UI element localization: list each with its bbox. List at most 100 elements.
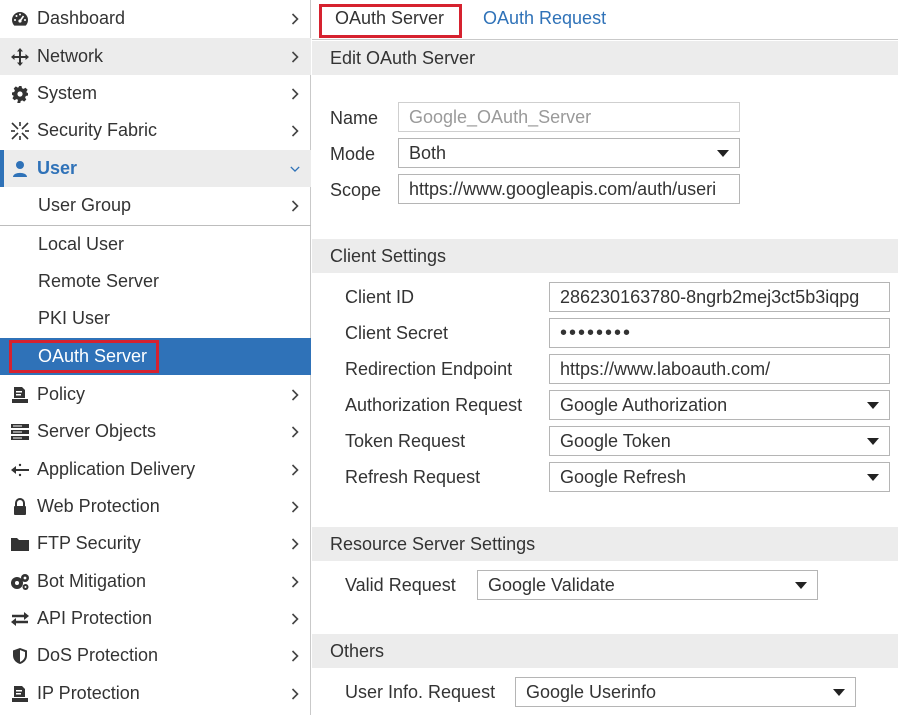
section-header-others: Others <box>312 634 898 668</box>
section-header-edit: Edit OAuth Server <box>312 41 898 75</box>
sidebar-item-label: FTP Security <box>37 533 141 553</box>
sidebar-item-security-fabric[interactable]: Security Fabric <box>0 112 311 149</box>
section-header-client: Client Settings <box>312 239 898 273</box>
dropdown-caret-icon <box>867 402 879 409</box>
token-request-label: Token Request <box>345 431 466 451</box>
sidebar-item-label: Remote Server <box>38 271 160 291</box>
sidebar-item-label: User <box>37 158 78 178</box>
sidebar-item-web-protection[interactable]: Web Protection <box>0 488 311 525</box>
dropdown-caret-icon <box>867 438 879 445</box>
sidebar-item-label: IP Protection <box>37 683 140 703</box>
sidebar-item-label: DoS Protection <box>37 645 159 665</box>
sidebar-item-remote-server[interactable]: Remote Server <box>0 263 311 300</box>
highlight-box <box>319 4 462 38</box>
sidebar-item-label: Web Protection <box>37 496 160 516</box>
name-field: Google_OAuth_Server <box>398 102 740 132</box>
user-info-request-label: User Info. Request <box>345 682 496 702</box>
network-arrows-icon <box>10 47 30 67</box>
chevron-right-icon <box>290 385 300 405</box>
ip-protection-icon <box>10 684 30 704</box>
chevron-right-icon <box>290 534 300 554</box>
mode-select[interactable]: Both <box>398 138 740 168</box>
refresh-request-label: Refresh Request <box>345 467 481 487</box>
shield-icon <box>10 646 30 666</box>
sidebar-item-label: Security Fabric <box>37 120 158 140</box>
sidebar-item-user-group[interactable]: User Group <box>0 187 311 224</box>
user-info-request-value: Google Userinfo <box>526 681 657 702</box>
mode-select-value: Both <box>409 142 447 163</box>
sidebar-item-local-user[interactable]: Local User <box>0 226 311 263</box>
section-header-resource: Resource Server Settings <box>312 527 898 561</box>
highlight-box <box>9 340 159 373</box>
chevron-right-icon <box>290 572 300 592</box>
chevron-right-icon <box>290 84 300 104</box>
mode-label: Mode <box>330 144 376 164</box>
user-info-request-select[interactable]: Google Userinfo <box>515 677 856 707</box>
valid-request-select[interactable]: Google Validate <box>477 570 818 600</box>
dropdown-caret-icon <box>717 150 729 157</box>
sidebar-item-ftp-security[interactable]: FTP Security <box>0 525 311 562</box>
sidebar-item-server-objects[interactable]: Server Objects <box>0 413 311 450</box>
valid-request-label: Valid Request <box>345 575 456 595</box>
sidebar-item-bot-mitigation[interactable]: Bot Mitigation <box>0 563 311 600</box>
authorization-request-label: Authorization Request <box>345 395 523 415</box>
dropdown-caret-icon <box>867 474 879 481</box>
sidebar: Dashboard Network System Security Fabric… <box>0 0 311 715</box>
sidebar-item-dashboard[interactable]: Dashboard <box>0 0 311 37</box>
token-request-value: Google Token <box>560 430 671 451</box>
api-arrows-icon <box>10 609 30 629</box>
application-delivery-icon <box>10 460 30 480</box>
sidebar-item-dos-protection[interactable]: DoS Protection <box>0 637 311 674</box>
client-secret-input[interactable]: •••••••• <box>549 318 890 348</box>
authorization-request-select[interactable]: Google Authorization <box>549 390 890 420</box>
sidebar-item-application-delivery[interactable]: Application Delivery <box>0 451 311 488</box>
chevron-right-icon <box>290 684 300 704</box>
chevron-right-icon <box>290 609 300 629</box>
sidebar-item-label: Application Delivery <box>37 459 196 479</box>
client-id-label: Client ID <box>345 287 415 307</box>
chevron-right-icon <box>290 121 300 141</box>
chevron-right-icon <box>290 460 300 480</box>
bot-mitigation-icon <box>10 572 30 592</box>
sidebar-item-user[interactable]: User <box>0 150 311 187</box>
sidebar-item-system[interactable]: System <box>0 75 311 112</box>
dashboard-icon <box>10 9 30 29</box>
name-label: Name <box>330 108 379 128</box>
chevron-down-icon <box>290 159 300 179</box>
folder-icon <box>10 534 30 554</box>
sidebar-item-pki-user[interactable]: PKI User <box>0 300 311 337</box>
edit-panel: Edit OAuth Server Name Google_OAuth_Serv… <box>312 40 898 715</box>
client-secret-label: Client Secret <box>345 323 449 343</box>
chevron-right-icon <box>290 497 300 517</box>
scope-label: Scope <box>330 180 382 200</box>
sidebar-item-label: User Group <box>38 195 132 215</box>
refresh-request-value: Google Refresh <box>560 466 687 487</box>
scope-input[interactable]: https://www.googleapis.com/auth/useri <box>398 174 740 204</box>
sidebar-item-label: Policy <box>37 384 86 404</box>
dropdown-caret-icon <box>795 582 807 589</box>
sidebar-item-label: PKI User <box>38 308 111 328</box>
redirect-endpoint-label: Redirection Endpoint <box>345 359 513 379</box>
chevron-right-icon <box>290 47 300 67</box>
redirect-endpoint-input[interactable]: https://www.laboauth.com/ <box>549 354 890 384</box>
chevron-right-icon <box>290 196 300 216</box>
sidebar-item-ip-protection[interactable]: IP Protection <box>0 675 311 712</box>
sidebar-item-label: Dashboard <box>37 8 126 28</box>
server-objects-icon <box>10 422 30 442</box>
sidebar-item-network[interactable]: Network <box>0 38 311 75</box>
tab-oauth-request[interactable]: OAuth Request <box>483 8 606 29</box>
sidebar-item-api-protection[interactable]: API Protection <box>0 600 311 637</box>
sidebar-item-label: System <box>37 83 98 103</box>
sidebar-item-label: Server Objects <box>37 421 157 441</box>
policy-icon <box>10 385 30 405</box>
client-id-input[interactable]: 286230163780-8ngrb2mej3ct5b3iqpg <box>549 282 890 312</box>
security-fabric-icon <box>10 121 30 141</box>
sidebar-item-policy[interactable]: Policy <box>0 376 311 413</box>
refresh-request-select[interactable]: Google Refresh <box>549 462 890 492</box>
chevron-right-icon <box>290 646 300 666</box>
chevron-right-icon <box>290 422 300 442</box>
sidebar-item-label: Local User <box>38 234 125 254</box>
authorization-request-value: Google Authorization <box>560 394 728 415</box>
sidebar-item-label: Bot Mitigation <box>37 571 147 591</box>
token-request-select[interactable]: Google Token <box>549 426 890 456</box>
